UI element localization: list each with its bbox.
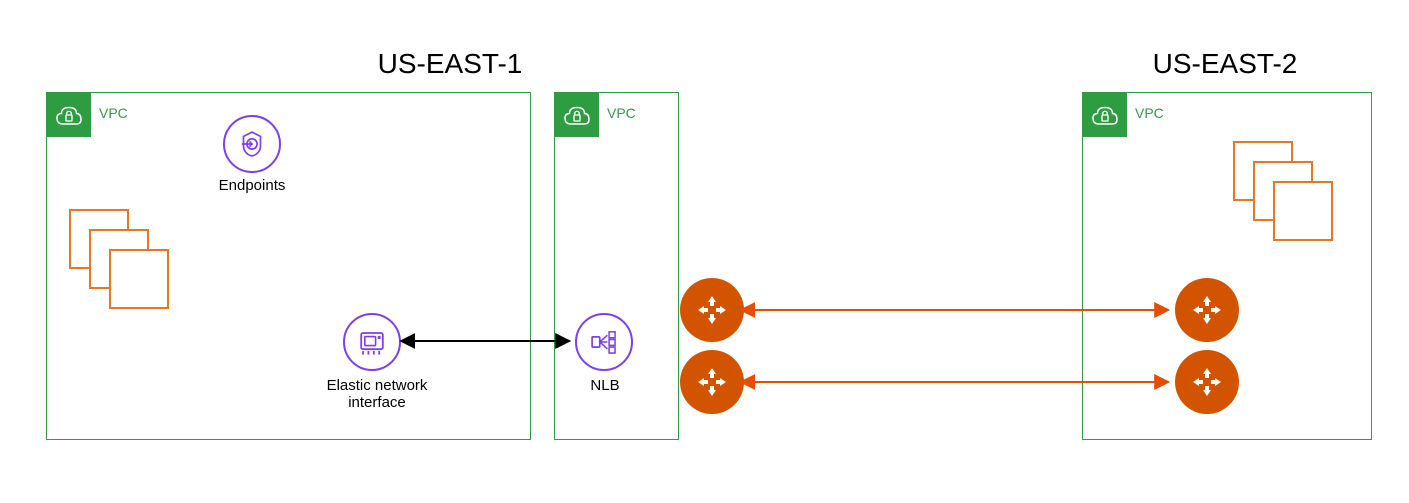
endpoints-label: Endpoints [207,177,297,194]
region-title-left: US-EAST-1 [350,48,550,80]
eni-icon [343,313,401,371]
router-icon-right-bot [1175,350,1239,414]
vpc-label-1: VPC [99,105,128,121]
vpc-badge-icon [555,93,599,137]
nlb-label: NLB [585,377,625,394]
nlb-icon [575,313,633,371]
vpc-badge-icon [1083,93,1127,137]
vpc-box-1: VPC Endpoints Elastic [46,92,531,440]
vpc-badge-icon [47,93,91,137]
router-icon-left-bot [680,350,744,414]
router-icon-right-top [1175,278,1239,342]
vpc-label-3: VPC [1135,105,1164,121]
stack-right-bot [1273,181,1333,241]
region-title-right: US-EAST-2 [1125,48,1325,80]
endpoints-icon [223,115,281,173]
router-icon-left-top [680,278,744,342]
vpc-label-2: VPC [607,105,636,121]
eni-label: Elastic network interface [317,377,437,411]
stack-bot [109,249,169,309]
diagram-canvas: US-EAST-1 US-EAST-2 VPC Endpoints [0,0,1409,503]
vpc-box-2: VPC NLB [554,92,679,440]
